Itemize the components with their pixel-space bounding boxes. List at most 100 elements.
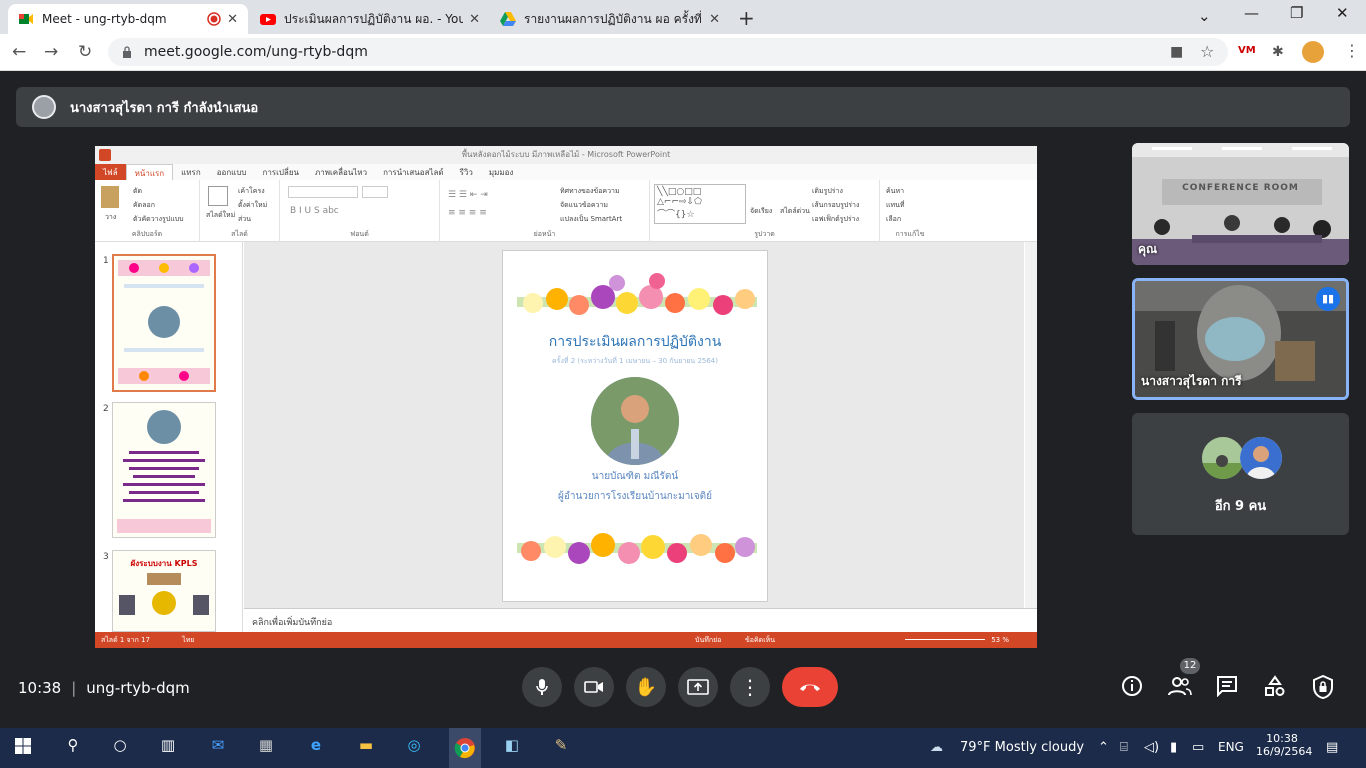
ppt-tab: มุมมอง [488, 168, 514, 177]
present-button[interactable] [678, 667, 718, 707]
zoom-slider[interactable] [905, 639, 985, 640]
people-button[interactable] [1168, 675, 1192, 702]
ppt-tab: ออกแบบ [216, 168, 247, 177]
chat-button[interactable] [1216, 675, 1238, 702]
more-options-button[interactable]: ⋮ [730, 667, 770, 707]
activities-icon [1265, 675, 1285, 696]
activities-button[interactable] [1264, 675, 1286, 702]
leave-call-button[interactable] [782, 667, 838, 707]
current-slide[interactable]: การประเมินผลการปฏิบัติงาน ครั้งที่ 2 (ระ… [502, 250, 768, 602]
ribbon-group-editing: ค้นหา แทนที่ เลือก การแก้ไข [886, 187, 925, 238]
flower-border-top [517, 273, 757, 315]
people-icon [1168, 677, 1192, 696]
language-indicator[interactable]: ENG [1218, 740, 1244, 754]
network-icon[interactable]: ⌸ [1120, 740, 1128, 755]
file-explorer-icon[interactable]: ▬ [353, 736, 379, 760]
meeting-details-button[interactable] [1121, 675, 1143, 702]
tab-search-icon[interactable]: ⌄ [1198, 7, 1211, 25]
camera-in-use-icon[interactable]: ■ [1170, 44, 1183, 60]
participant-tile-self[interactable]: CONFERENCE ROOM คุณ [1132, 143, 1349, 265]
meet-area: นางสาวสุไรดา การี กำลังนำเสนอ พื้นหลังดอ… [0, 71, 1366, 728]
slide-editor: การประเมินผลการปฏิบัติงาน ครั้งที่ 2 (ระ… [244, 242, 1024, 608]
menu-icon[interactable]: ⋮ [1344, 41, 1360, 60]
font-size-field [362, 186, 388, 198]
chrome-taskbar-button[interactable] [449, 728, 481, 768]
cortana-icon[interactable]: ○ [107, 736, 133, 760]
video-feed [1132, 143, 1349, 265]
app-icon[interactable]: ◧ [499, 736, 525, 760]
tab-meet[interactable]: Meet - ung-rtyb-dqm ✕ [8, 4, 248, 34]
recording-icon [207, 12, 221, 26]
reload-icon[interactable]: ↻ [78, 42, 92, 62]
bookmark-star-icon[interactable]: ☆ [1200, 42, 1214, 61]
person-role: ผู้อำนวยการโรงเรียนบ้านกะมาเจติย์ [557, 491, 712, 502]
close-tab-icon[interactable]: ✕ [227, 12, 238, 27]
ppt-tab: ไฟล์ [95, 164, 126, 180]
mic-tray-icon[interactable]: ▮ [1170, 740, 1177, 755]
speaking-indicator-icon: ▮▮ [1316, 287, 1340, 311]
powerpoint-icon [99, 149, 111, 161]
minimize-button[interactable]: — [1244, 4, 1259, 22]
microphone-button[interactable] [522, 667, 562, 707]
new-tab-button[interactable]: + [738, 6, 755, 30]
hang-up-icon [800, 684, 820, 691]
people-count-badge: 12 [1180, 658, 1200, 674]
ppt-title-bar: พื้นหลังดอกไม้ระบบ มีภาพเหลือไม้ - Micro… [95, 146, 1037, 164]
participant-tile-speaker[interactable]: ▮▮ นางสาวสุไรดา การี [1132, 278, 1349, 400]
slide-thumbnail-image [118, 260, 210, 384]
vm-extension-icon[interactable]: VM [1238, 45, 1256, 56]
url-bar[interactable]: meet.google.com/ung-rtyb-dqm [108, 38, 1228, 66]
back-icon[interactable]: ← [12, 42, 26, 62]
slide-subtitle: ครั้งที่ 2 (ระหว่างวันที่ 1 เมษายน – 30 … [552, 357, 718, 365]
extensions-icon[interactable]: ✱ [1272, 44, 1284, 60]
ppt-tab: การเปลี่ยน [262, 168, 299, 177]
tab-drive[interactable]: รายงานผลการปฏิบัติงาน ผอ ครั้งที่ 2.m ✕ [490, 4, 730, 34]
paint-icon[interactable]: ✎ [548, 736, 574, 760]
microphone-icon [536, 679, 548, 695]
volume-icon[interactable]: ◁) [1144, 740, 1159, 755]
profile-avatar[interactable] [1302, 41, 1324, 63]
shared-screen: พื้นหลังดอกไม้ระบบ มีภาพเหลือไม้ - Micro… [95, 146, 1037, 648]
edge-icon[interactable]: ◎ [401, 736, 427, 760]
font-name-field [288, 186, 358, 198]
slide-thumbnail-3[interactable]: ผังระบบงาน KPLS [112, 550, 216, 632]
battery-icon[interactable]: ▭ [1192, 740, 1204, 755]
more-participants-tile[interactable]: อีก 9 คน [1132, 413, 1349, 535]
presenting-banner: นางสาวสุไรดา การี กำลังนำเสนอ [16, 87, 1350, 127]
start-button[interactable] [10, 736, 36, 760]
slide-thumbnails: 1 2 3 ผังระบบงาน KPLS [95, 242, 243, 632]
tab-youtube[interactable]: ประเมินผลการปฏิบัติงาน ผอ. - YouTube ✕ [250, 4, 490, 34]
slide-thumbnail-image [119, 573, 209, 615]
paste-icon [101, 186, 119, 208]
slide-title: การประเมินผลการปฏิบัติงาน [548, 334, 722, 350]
weather-text[interactable]: 79°F Mostly cloudy [960, 740, 1084, 755]
slide-scrollbar[interactable] [1025, 242, 1037, 608]
host-controls-button[interactable] [1312, 674, 1334, 704]
ppt-tab: รีวิว [459, 168, 473, 177]
raise-hand-button[interactable]: ✋ [626, 667, 666, 707]
forward-icon[interactable]: → [44, 42, 58, 62]
show-hidden-icons[interactable]: ⌃ [1098, 740, 1109, 755]
notifications-icon[interactable]: ▤ [1326, 740, 1338, 755]
camera-button[interactable] [574, 667, 614, 707]
ppt-tab: ภาพเคลื่อนไหว [314, 168, 368, 177]
notes-pane[interactable]: คลิกเพื่อเพิ่มบันทึกย่อ [244, 608, 1037, 632]
slide-thumbnail-1[interactable] [112, 254, 216, 392]
store-icon[interactable]: ▦ [253, 736, 279, 760]
close-tab-icon[interactable]: ✕ [469, 12, 480, 27]
restore-button[interactable]: ❐ [1290, 4, 1303, 22]
browser-tab-bar: Meet - ung-rtyb-dqm ✕ ประเมินผลการปฏิบัต… [0, 0, 1366, 34]
info-icon [1122, 676, 1142, 696]
chrome-icon [454, 738, 475, 759]
flower-border-bottom [517, 533, 757, 564]
close-tab-icon[interactable]: ✕ [709, 12, 720, 27]
slide-thumbnail-2[interactable] [112, 402, 216, 538]
search-icon[interactable]: ⚲ [60, 736, 86, 760]
close-window-button[interactable]: ✕ [1336, 4, 1349, 22]
taskbar-clock[interactable]: 10:38 16/9/2564 [1256, 732, 1312, 758]
person-name: นายบัณฑิต มณีรัตน์ [591, 471, 679, 482]
internet-explorer-icon[interactable]: e [303, 736, 329, 760]
mail-icon[interactable]: ✉ [205, 736, 231, 760]
task-view-icon[interactable]: ▥ [155, 736, 181, 760]
ppt-ribbon-tabs: ไฟล์ หน้าแรก แทรก ออกแบบ การเปลี่ยน ภาพเ… [95, 164, 1037, 180]
